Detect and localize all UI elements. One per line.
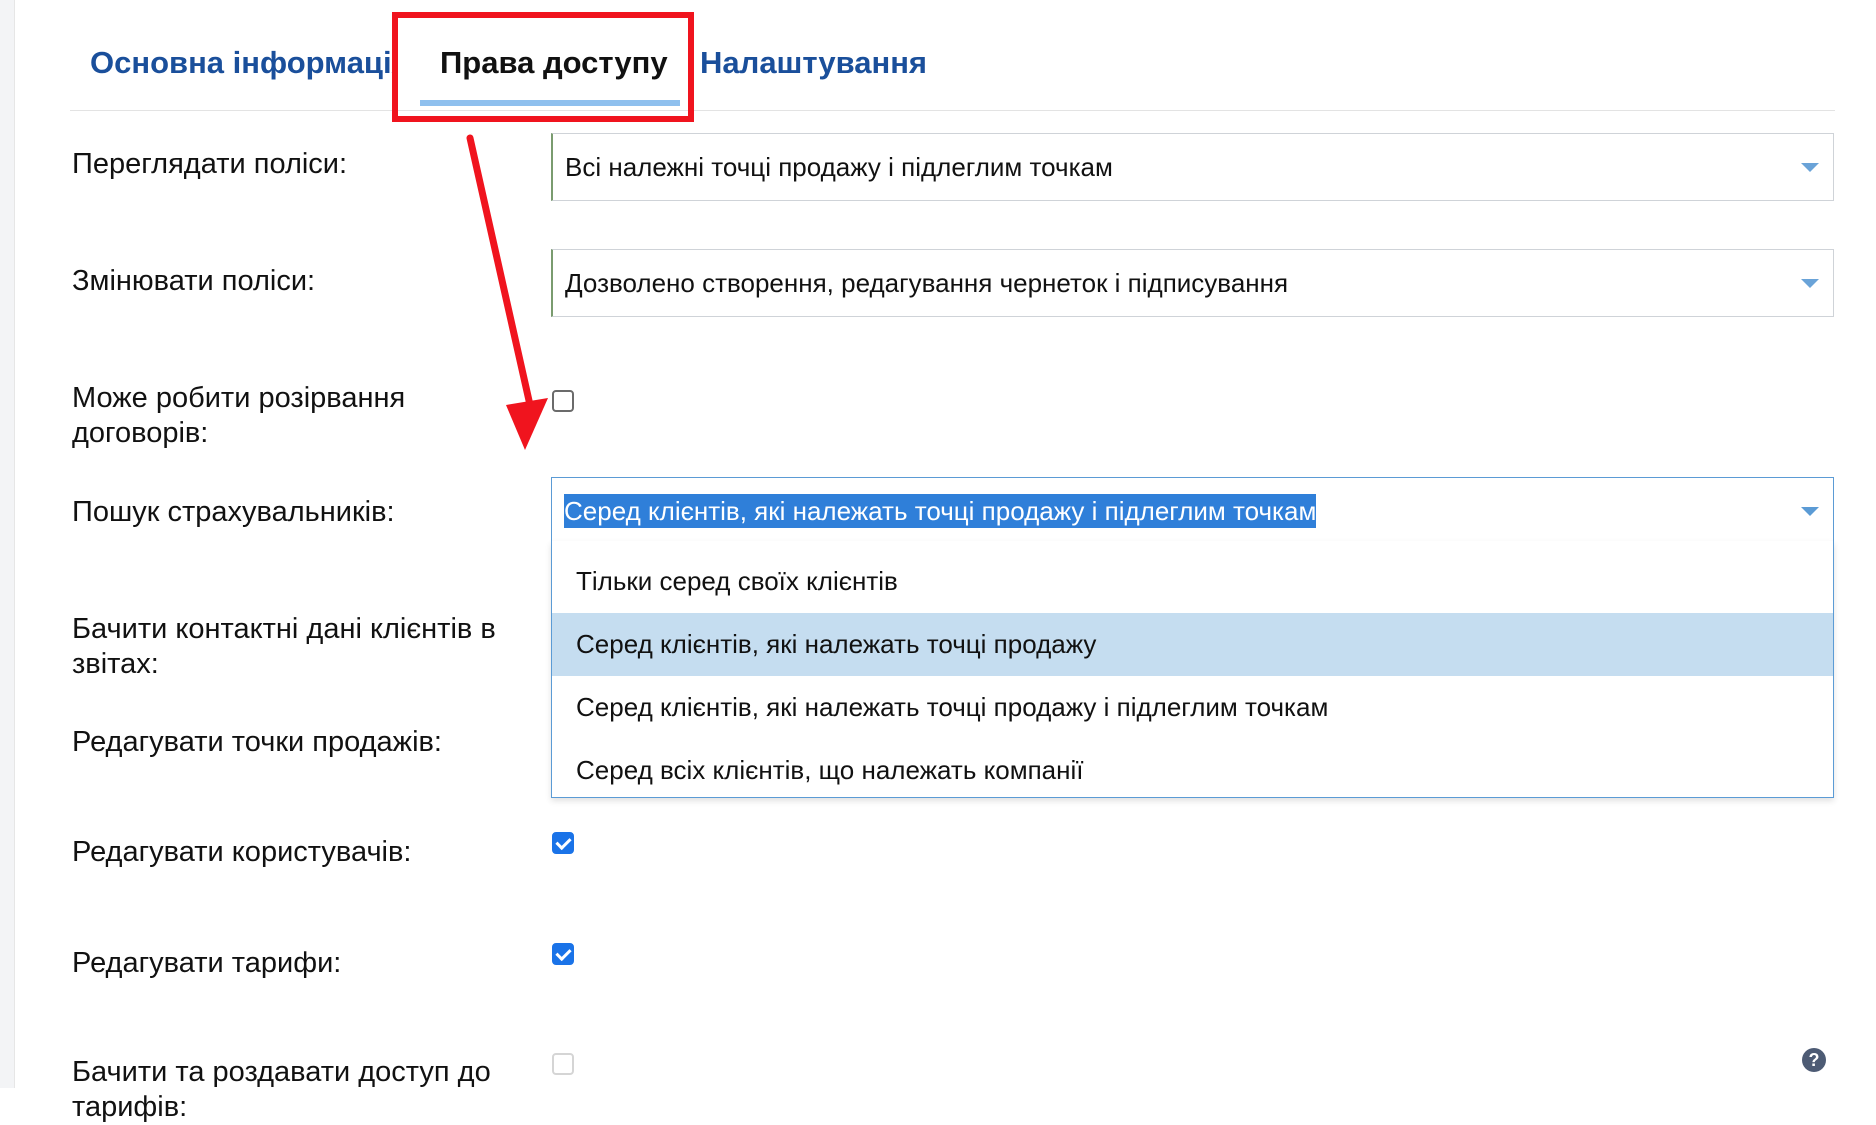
annotation-arrow-icon [466,134,548,450]
